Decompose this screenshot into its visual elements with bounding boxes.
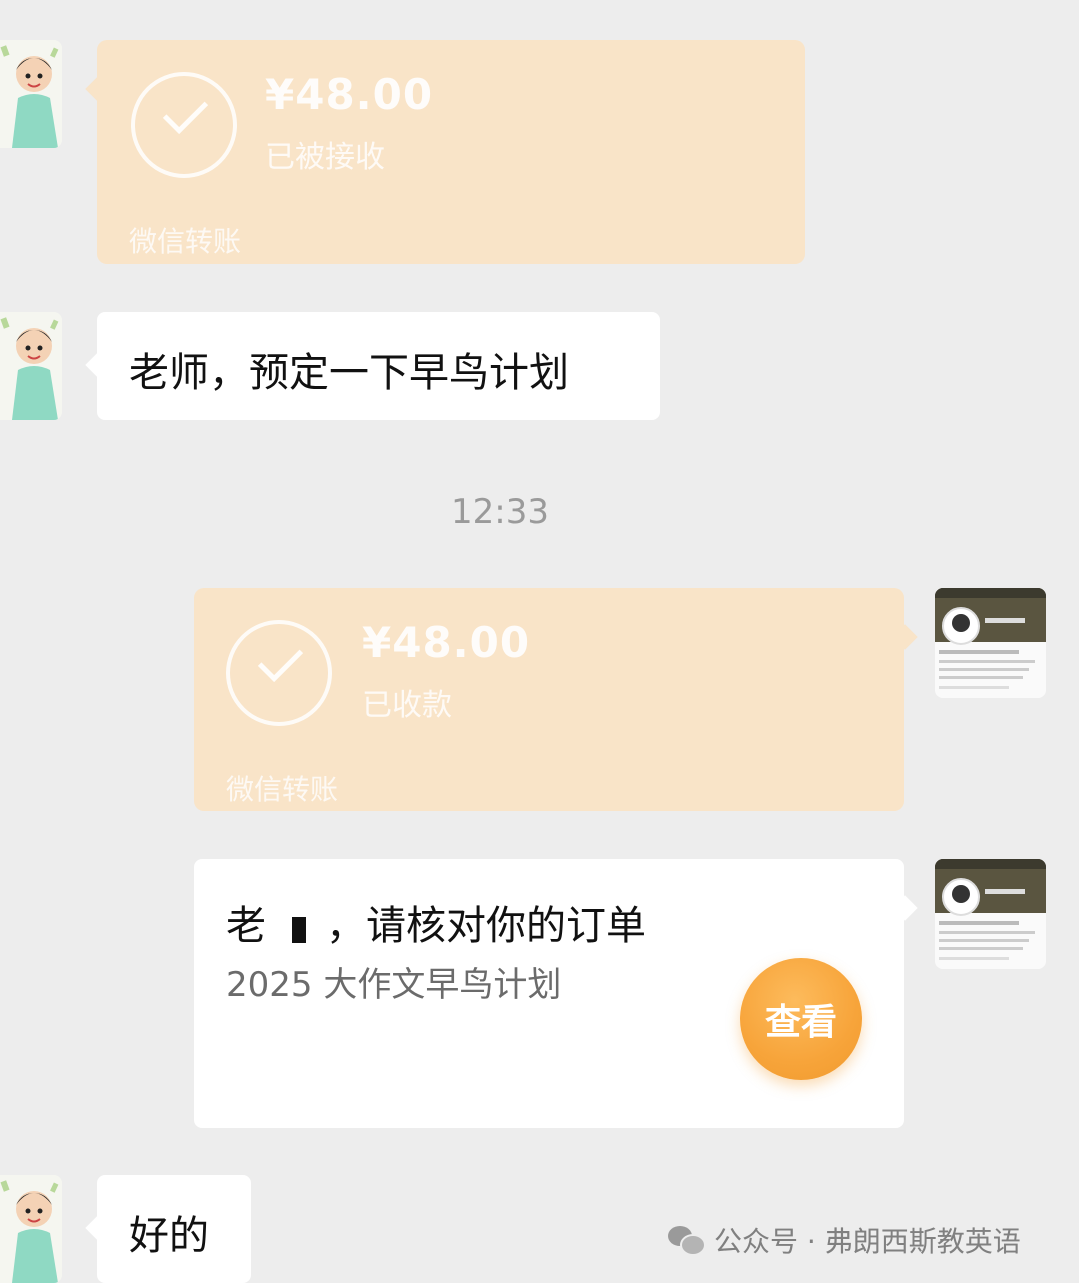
message-bubble[interactable]: 好的	[85, 1175, 251, 1283]
transfer-footer: 微信转账	[226, 773, 339, 806]
chat-timestamp: 12:33	[451, 492, 549, 532]
contact-avatar[interactable]	[0, 312, 62, 420]
bubble-tail	[85, 352, 111, 378]
watermark: 公众号 · 弗朗西斯教英语	[668, 1220, 1021, 1260]
transfer-status: 已收款	[362, 688, 452, 723]
transfer-card-received[interactable]: ¥48.00 已被接收 微信转账	[85, 40, 805, 264]
order-subtitle: 2025 大作文早鸟计划	[226, 965, 562, 1005]
check-circle-icon	[131, 72, 237, 178]
bubble-tail	[85, 1215, 111, 1241]
my-avatar[interactable]	[935, 588, 1046, 698]
message-bubble[interactable]: 老师，预定一下早鸟计划	[85, 312, 660, 420]
message-text: 老师，预定一下早鸟计划	[129, 350, 569, 396]
transfer-amount: ¥48.00	[362, 618, 531, 667]
view-order-button[interactable]: 查看	[740, 958, 862, 1080]
watermark-text: 公众号 · 弗朗西斯教英语	[714, 1225, 1021, 1258]
message-text: 好的	[129, 1213, 209, 1259]
redacted-name	[266, 909, 326, 947]
contact-avatar[interactable]	[0, 40, 62, 148]
my-avatar[interactable]	[935, 859, 1046, 969]
transfer-card-collected[interactable]: ¥48.00 已收款 微信转账	[194, 588, 918, 811]
wechat-icon	[668, 1226, 706, 1256]
bubble-tail	[85, 76, 111, 102]
transfer-footer: 微信转账	[129, 225, 242, 258]
bubble-tail	[892, 624, 918, 650]
transfer-status: 已被接收	[265, 140, 385, 175]
transfer-amount: ¥48.00	[265, 70, 434, 119]
contact-avatar[interactable]	[0, 1175, 62, 1283]
order-title: 老，请核对你的订单	[226, 903, 646, 949]
check-circle-icon	[226, 620, 332, 726]
bubble-tail	[892, 895, 918, 921]
